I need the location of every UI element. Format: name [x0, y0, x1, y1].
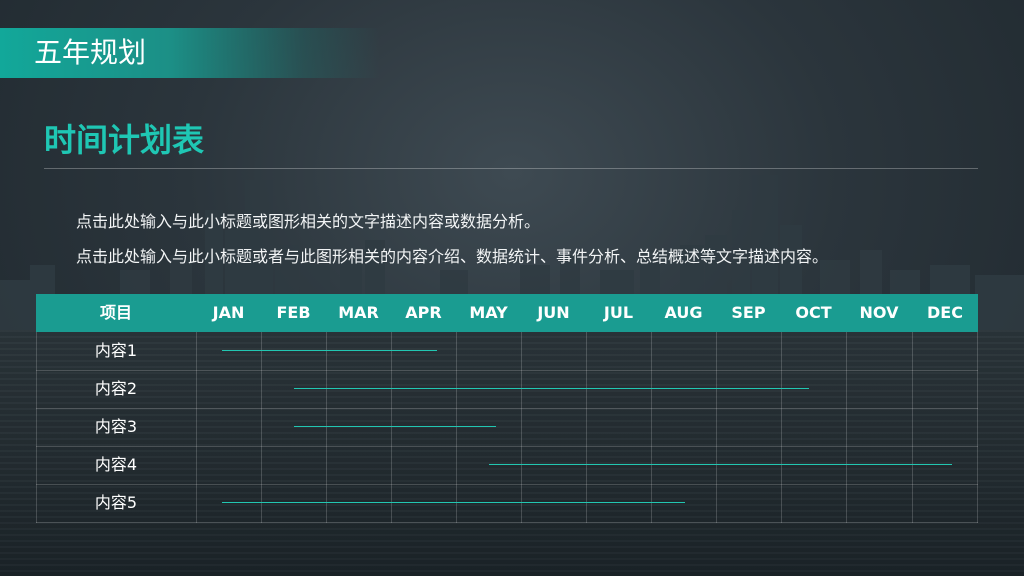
column-divider [391, 332, 392, 523]
title-divider [44, 168, 978, 169]
column-divider [196, 332, 197, 523]
row-label: 内容3 [94, 417, 138, 436]
column-divider [912, 332, 913, 523]
column-divider [977, 332, 978, 523]
header-cell-month: JUN [537, 303, 570, 322]
header-cell-month: DEC [927, 303, 963, 322]
section-title: 时间计划表 [44, 121, 205, 159]
header-cell-month: OCT [795, 303, 832, 322]
column-divider [651, 332, 652, 523]
timeline-bar [293, 388, 809, 389]
row-label: 内容4 [94, 455, 138, 474]
header-cell-month: SEP [731, 303, 766, 322]
table-row: 内容2 [36, 370, 978, 409]
header-cell-month: FEB [276, 303, 311, 322]
row-label: 内容1 [94, 341, 138, 360]
schedule-table: 项目 JAN FEB MAR APR MAY JUN JUL AUG SEP O… [36, 294, 978, 523]
column-divider [846, 332, 847, 523]
header-cell-month: MAY [469, 303, 508, 322]
column-divider [521, 332, 522, 523]
header-cell-month: JUL [603, 303, 634, 322]
description-line-1[interactable]: 点击此处输入与此小标题或图形相关的文字描述内容或数据分析。 [76, 211, 540, 233]
column-divider [716, 332, 717, 523]
header-cell-month: MAR [338, 303, 379, 322]
header-cell-item: 项目 [99, 303, 132, 322]
timeline-bar [222, 350, 438, 351]
timeline-bar [222, 502, 685, 503]
table-row: 内容3 [36, 408, 978, 447]
column-divider [261, 332, 262, 523]
timeline-bar [293, 426, 496, 427]
header-cell-month: APR [405, 303, 442, 322]
table-header: 项目 JAN FEB MAR APR MAY JUN JUL AUG SEP O… [36, 294, 978, 332]
table-row: 内容1 [36, 332, 978, 371]
header-cell-month: NOV [859, 303, 899, 322]
header-title: 五年规划 [34, 36, 147, 69]
header-cell-month: AUG [664, 303, 703, 322]
column-divider [781, 332, 782, 523]
column-divider [326, 332, 327, 523]
column-divider [586, 332, 587, 523]
row-label: 内容2 [94, 379, 138, 398]
timeline-bar [489, 464, 952, 465]
table-row: 内容5 [36, 484, 978, 523]
row-label: 内容5 [94, 493, 138, 512]
column-divider [456, 332, 457, 523]
table-row: 内容4 [36, 446, 978, 485]
description-line-2[interactable]: 点击此处输入与此小标题或者与此图形相关的内容介绍、数据统计、事件分析、总结概述等… [76, 246, 828, 268]
header-cell-month: JAN [212, 303, 245, 322]
column-divider [36, 332, 37, 523]
